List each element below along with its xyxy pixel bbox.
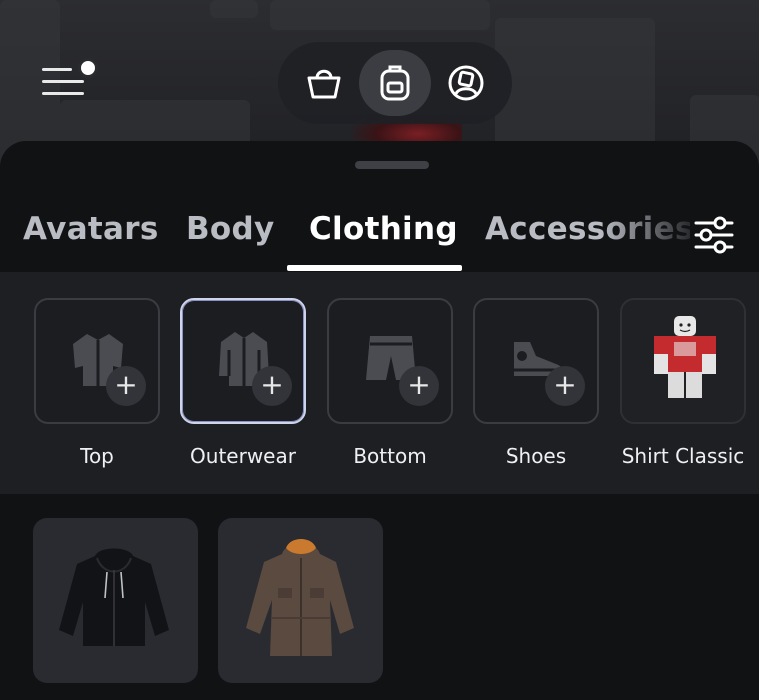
tabs-fade-overlay xyxy=(600,201,690,273)
shop-button[interactable] xyxy=(288,50,359,116)
category-label: Top xyxy=(80,444,114,468)
avatar-shirt-thumbnail xyxy=(654,316,716,398)
active-tab-indicator xyxy=(287,265,462,271)
tab-avatars[interactable]: Avatars xyxy=(23,211,159,247)
category-shoes[interactable]: + Shoes xyxy=(473,298,599,468)
inventory-button[interactable] xyxy=(359,50,431,116)
category-label: Bottom xyxy=(353,444,427,468)
category-label: Shirt Classic xyxy=(621,444,745,468)
add-icon: + xyxy=(399,366,439,406)
add-icon: + xyxy=(252,366,292,406)
clothing-categories: + Top + Outerwear + Bottom + Shoes Shirt… xyxy=(0,272,759,494)
tab-body[interactable]: Body xyxy=(186,211,275,247)
category-top[interactable]: + Top xyxy=(34,298,160,468)
category-tabs: Avatars Body Clothing Accessories xyxy=(0,201,759,273)
filter-button[interactable] xyxy=(690,213,738,257)
avatar-editor-sheet: Avatars Body Clothing Accessories + Top … xyxy=(0,141,759,700)
category-card-selected[interactable]: + xyxy=(180,298,306,424)
tab-clothing[interactable]: Clothing xyxy=(309,211,458,247)
category-card[interactable] xyxy=(620,298,746,424)
avatar-button[interactable] xyxy=(431,50,502,116)
backpack-icon xyxy=(380,65,410,101)
add-icon: + xyxy=(106,366,146,406)
category-card[interactable]: + xyxy=(473,298,599,424)
category-card[interactable]: + xyxy=(34,298,160,424)
category-shirt-classic[interactable]: Shirt Classic xyxy=(620,298,746,468)
category-label: Shoes xyxy=(505,444,567,468)
shopping-bag-icon xyxy=(307,69,341,99)
add-icon: + xyxy=(545,366,585,406)
avatar-profile-icon xyxy=(448,65,484,101)
black-hoodie-thumbnail xyxy=(59,548,169,646)
clothing-items-grid xyxy=(0,494,759,700)
category-label: Outerwear xyxy=(190,444,296,468)
item-card-brown-parka[interactable] xyxy=(218,518,383,683)
category-card[interactable]: + xyxy=(327,298,453,424)
sliders-filter-icon xyxy=(694,216,734,254)
notification-dot xyxy=(78,58,98,78)
sheet-drag-handle[interactable] xyxy=(355,161,429,169)
item-card-black-zip-hoodie[interactable] xyxy=(33,518,198,683)
brown-parka-thumbnail xyxy=(246,539,354,656)
category-outerwear[interactable]: + Outerwear xyxy=(180,298,306,468)
top-navigation xyxy=(278,42,512,124)
category-bottom[interactable]: + Bottom xyxy=(327,298,453,468)
menu-button[interactable] xyxy=(42,58,98,98)
